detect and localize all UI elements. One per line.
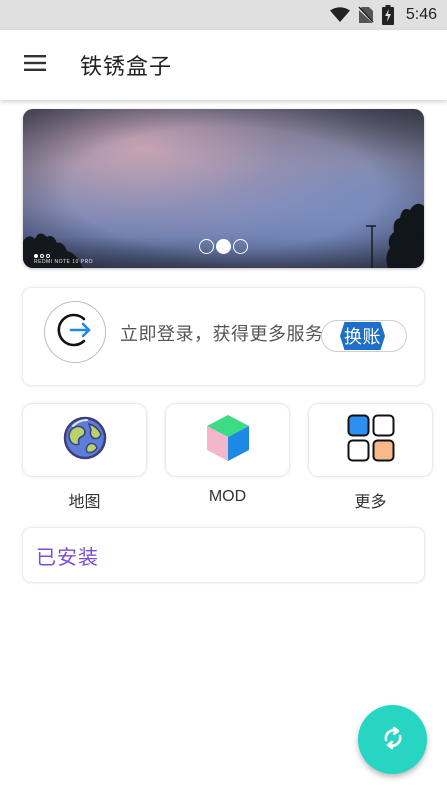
carousel-indicators [23,239,424,254]
map-label: 地图 [68,492,101,511]
globe-icon [63,416,107,464]
cube-icon [205,413,251,467]
hamburger-menu-icon [24,54,46,76]
status-bar: 5:46 [0,0,447,30]
watermark-dots [34,254,50,258]
status-time: 5:46 [405,6,437,23]
banner-watermark: REDMI NOTE 10 PRO [34,259,94,265]
menu-button[interactable] [0,30,70,100]
installed-heading: 已安装 [36,545,99,569]
more-label: 更多 [354,492,387,511]
refresh-fab[interactable] [358,705,427,774]
grid-icon [347,414,395,466]
carousel-dot-active[interactable] [216,239,231,254]
carousel-dot[interactable] [233,239,248,254]
wifi-icon [329,7,350,23]
login-avatar[interactable] [44,301,106,363]
installed-section[interactable]: 已安装 [23,528,424,582]
app-bar: 铁锈盒子 [0,30,447,100]
more-tile[interactable] [309,404,432,476]
mod-label: MOD [208,488,247,505]
map-tile[interactable] [23,404,146,476]
mod-tile[interactable] [166,404,289,476]
refresh-icon [379,724,407,756]
banner-carousel[interactable]: REDMI NOTE 10 PRO [23,109,424,268]
login-prompt[interactable]: 立即登录，获得更多服务 [120,320,324,346]
switch-account-label[interactable]: 换账 [340,322,385,350]
battery-charging-icon [381,5,394,25]
app-title: 铁锈盒子 [80,55,173,80]
login-arrow-icon [54,309,96,355]
login-card[interactable]: 立即登录，获得更多服务 换账 [23,288,424,385]
app-screen: 5:46 铁锈盒子 REDMI NOTE 10 PRO 立即登录，获得更多服务 … [0,0,447,794]
no-sim-icon [357,6,374,24]
carousel-dot[interactable] [199,239,214,254]
